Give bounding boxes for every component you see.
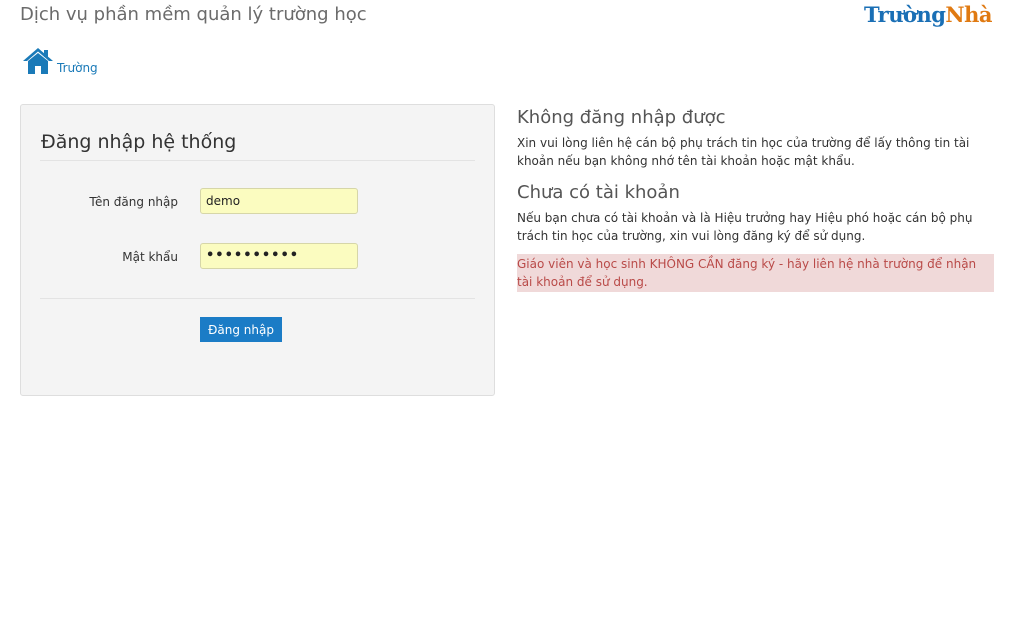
breadcrumb: Trường — [22, 46, 98, 76]
logo-part-nha: Nhà — [945, 2, 992, 27]
form-divider — [40, 298, 475, 299]
username-input[interactable]: demo — [200, 188, 358, 214]
login-panel: Đăng nhập hệ thống Tên đăng nhập demo Mậ… — [20, 104, 495, 396]
home-icon[interactable] — [22, 46, 54, 76]
help-section: Không đăng nhập được Xin vui lòng liên h… — [517, 107, 994, 292]
login-title-divider — [40, 160, 475, 161]
cannot-login-heading: Không đăng nhập được — [517, 107, 726, 128]
login-button[interactable]: Đăng nhập — [200, 317, 282, 342]
warning-alert: Giáo viên và học sinh KHÔNG CẦN đăng ký … — [517, 254, 994, 292]
page-header-title: Dịch vụ phần mềm quản lý trường học — [20, 4, 367, 25]
username-label: Tên đăng nhập — [89, 195, 178, 209]
no-account-text: Nếu bạn chưa có tài khoản và là Hiệu trư… — [517, 211, 973, 243]
truongnha-logo[interactable]: TrườngNhà — [864, 2, 992, 27]
password-input[interactable]: •••••••••• — [200, 243, 358, 269]
no-account-heading: Chưa có tài khoản — [517, 182, 680, 203]
login-title: Đăng nhập hệ thống — [41, 131, 237, 153]
breadcrumb-link-truong[interactable]: Trường — [57, 61, 98, 75]
password-label: Mật khẩu — [122, 250, 178, 264]
logo-part-truong: Trường — [864, 2, 946, 27]
cannot-login-text: Xin vui lòng liên hệ cán bộ phụ trách ti… — [517, 136, 970, 168]
